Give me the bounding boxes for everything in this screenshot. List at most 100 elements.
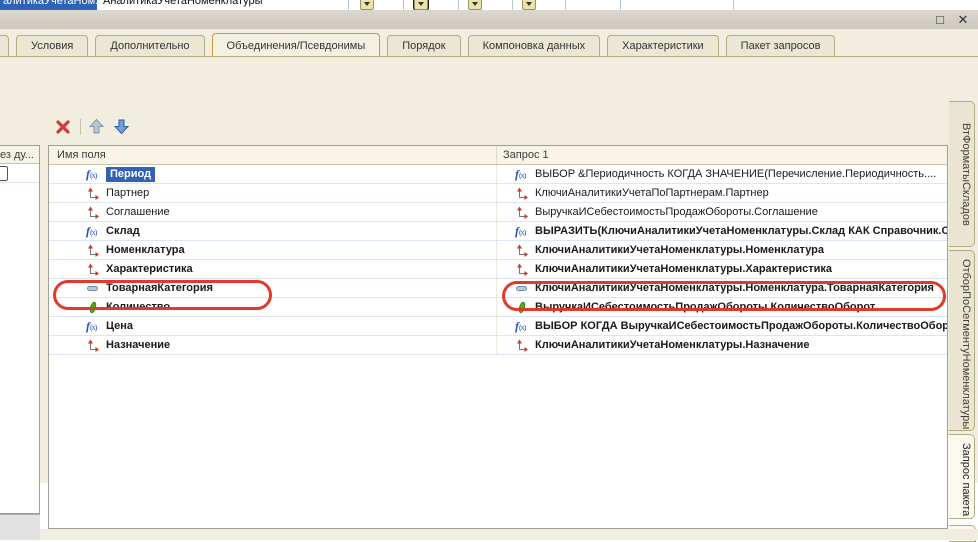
move-down-icon[interactable]: [113, 118, 130, 135]
background-selected-cell[interactable]: алитикаУчетаНом...: [0, 0, 97, 10]
fx-function-icon: f(x): [515, 168, 529, 181]
field-name-label: Соглашение: [106, 206, 170, 218]
field-axis-icon: [86, 263, 100, 276]
column-header-query1: Запрос 1: [496, 146, 947, 164]
table-header-row: Имя поля Запрос 1: [49, 146, 947, 165]
dropdown-button[interactable]: [360, 0, 374, 10]
query-expression-cell[interactable]: КлючиАналитикиУчетаНоменклатуры.Номенкла…: [496, 241, 947, 259]
fx-function-icon: f(x): [515, 225, 529, 238]
tab-7[interactable]: Характеристики: [607, 35, 719, 56]
tab-2[interactable]: Условия: [16, 35, 88, 56]
tab-3[interactable]: Дополнительно: [95, 35, 204, 56]
query-expression-cell[interactable]: ВыручкаИСебестоимостьПродажОбороты.Согла…: [496, 203, 947, 221]
field-name-cell[interactable]: f(x) Цена: [49, 320, 496, 333]
table-row[interactable]: f(x) Период f(x) ВЫБОР &Периодичность КОГДА…: [49, 165, 947, 184]
field-name-label: Склад: [106, 225, 140, 237]
fx-function-icon: f(x): [515, 320, 529, 333]
delete-icon[interactable]: [55, 119, 71, 135]
resource-icon: [515, 301, 529, 314]
field-name-cell[interactable]: Назначение: [49, 339, 496, 352]
tab-6[interactable]: Компоновка данных: [468, 35, 601, 56]
cell-border: [620, 0, 621, 10]
field-axis-icon: [515, 244, 529, 257]
query-expression-label: ВЫБОР &Периодичность КОГДА ЗНАЧЕНИЕ(Пере…: [535, 168, 936, 180]
field-name-label: Период: [106, 167, 155, 182]
field-axis-icon: [86, 187, 100, 200]
field-axis-icon: [515, 187, 529, 200]
field-axis-icon: [86, 339, 100, 352]
cell-border: [565, 0, 566, 10]
right-tab-1[interactable]: ВтФорматыСкладов: [949, 101, 975, 247]
query-expression-cell[interactable]: f(x) ВЫБОР &Периодичность КОГДА ЗНАЧЕНИЕ(…: [496, 165, 947, 183]
field-name-cell[interactable]: Соглашение: [49, 206, 496, 219]
fx-function-icon: f(x): [86, 168, 100, 181]
tab-8[interactable]: Пакет запросов: [726, 35, 836, 56]
cell-border: [458, 0, 459, 10]
content-area: ез ду... Имя поля Запрос 1 f(x)Периодf(x…: [0, 56, 978, 483]
field-axis-icon: [86, 206, 100, 219]
query-expression-label: КлючиАналитикиУчетаНоменклатуры.Назначен…: [535, 339, 810, 351]
field-axis-icon: [86, 244, 100, 257]
cell-border: [733, 0, 734, 10]
field-name-label: Характеристика: [106, 263, 193, 275]
field-name-cell[interactable]: Партнер: [49, 187, 496, 200]
field-name-cell[interactable]: f(x) Период: [49, 167, 496, 182]
tab-5[interactable]: Порядок: [387, 35, 460, 56]
window-bottom-edge: [40, 529, 978, 540]
field-name-cell[interactable]: Номенклатура: [49, 244, 496, 257]
right-tab-3[interactable]: Запрос пакета 3: [948, 434, 975, 519]
expression-field-icon: [86, 282, 100, 295]
field-axis-icon: [515, 263, 529, 276]
dropdown-button[interactable]: [468, 0, 482, 10]
toolbar-separator: [80, 119, 81, 135]
cell-border: [512, 0, 513, 10]
field-name-cell[interactable]: ТоварнаяКатегория: [49, 282, 496, 295]
table-row[interactable]: f(x) Склад f(x)ВЫРАЗИТЬ(КлючиАналитикиУчет…: [49, 222, 947, 241]
left-panel-row[interactable]: [0, 164, 39, 183]
move-up-icon[interactable]: [88, 118, 105, 135]
query-expression-cell[interactable]: КлючиАналитикиУчетаНоменклатуры.Назначен…: [496, 336, 947, 354]
maximize-icon[interactable]: □: [930, 11, 950, 28]
dropdown-button[interactable]: [414, 0, 428, 10]
table-row[interactable]: Характеристика КлючиАналитикиУчетаНоменкл…: [49, 260, 947, 279]
query-expression-label: ВыручкаИСебестоимостьПродажОбороты.Колич…: [535, 301, 875, 313]
query-expression-label: КлючиАналитикиУчетаНоменклатуры.Номенкла…: [535, 244, 824, 256]
field-name-cell[interactable]: f(x) Склад: [49, 225, 496, 238]
left-panel-scrollbar[interactable]: [0, 514, 40, 540]
query-expression-cell[interactable]: КлючиАналитикиУчетаПоПартнерам.Партнер: [496, 184, 947, 202]
table-row[interactable]: ПартнерКлючиАналитикиУчетаПоПартнерам.Па…: [49, 184, 947, 203]
fx-function-icon: f(x): [86, 225, 100, 238]
table-row[interactable]: Количество ВыручкаИСебестоимостьПродажОбо…: [49, 298, 947, 317]
tab-1[interactable]: вка: [0, 35, 9, 56]
query-expression-label: ВыручкаИСебестоимостьПродажОбороты.Согла…: [535, 206, 818, 218]
table-row[interactable]: f(x) Цена f(x)ВЫБОР КОГДА ВыручкаИСебестои…: [49, 317, 947, 336]
table-row[interactable]: Номенклатура КлючиАналитикиУчетаНоменклат…: [49, 241, 947, 260]
fx-function-icon: f(x): [86, 320, 100, 333]
background-table-row: алитикаУчетаНом... АналитикаУчетаНоменкл…: [0, 0, 978, 10]
field-name-cell[interactable]: Количество: [49, 301, 496, 314]
query-expression-cell[interactable]: ВыручкаИСебестоимостьПродажОбороты.Колич…: [496, 298, 947, 316]
window-titlebar: □ ✕: [0, 10, 978, 29]
query-expression-cell[interactable]: КлючиАналитикиУчетаНоменклатуры.Номенкла…: [496, 279, 947, 297]
cell-border: [403, 0, 404, 10]
dropdown-button[interactable]: [522, 0, 536, 10]
close-icon[interactable]: ✕: [953, 11, 973, 28]
field-axis-icon: [515, 339, 529, 352]
query-expression-label: КлючиАналитикиУчетаНоменклатуры.Характер…: [535, 263, 832, 275]
query-expression-cell[interactable]: КлючиАналитикиУчетаНоменклатуры.Характер…: [496, 260, 947, 278]
field-name-label: Количество: [106, 301, 170, 313]
query-expression-cell[interactable]: f(x)ВЫРАЗИТЬ(КлючиАналитикиУчетаНоменкла…: [496, 222, 947, 240]
tab-4[interactable]: Объединения/Псевдонимы: [212, 33, 381, 56]
field-name-label: Цена: [106, 320, 133, 332]
table-row[interactable]: Соглашение ВыручкаИСебестоимостьПродажОбо…: [49, 203, 947, 222]
table-row[interactable]: ТоварнаяКатегория КлючиАналитикиУчетаНоме…: [49, 279, 947, 298]
right-tab-2[interactable]: ОтборПоСегментуНоменклатуры: [949, 250, 975, 431]
field-name-cell[interactable]: Характеристика: [49, 263, 496, 276]
checkbox-partial[interactable]: [0, 166, 8, 181]
table-row[interactable]: Назначение КлючиАналитикиУчетаНоменклатур…: [49, 336, 947, 355]
field-name-label: ТоварнаяКатегория: [106, 282, 213, 294]
resource-icon: [86, 301, 100, 314]
column-header-field-name: Имя поля: [49, 146, 496, 164]
background-cell-value[interactable]: АналитикаУчетаНоменклатуры: [103, 0, 263, 10]
query-expression-cell[interactable]: f(x)ВЫБОР КОГДА ВыручкаИСебестоимостьПро…: [496, 317, 947, 335]
